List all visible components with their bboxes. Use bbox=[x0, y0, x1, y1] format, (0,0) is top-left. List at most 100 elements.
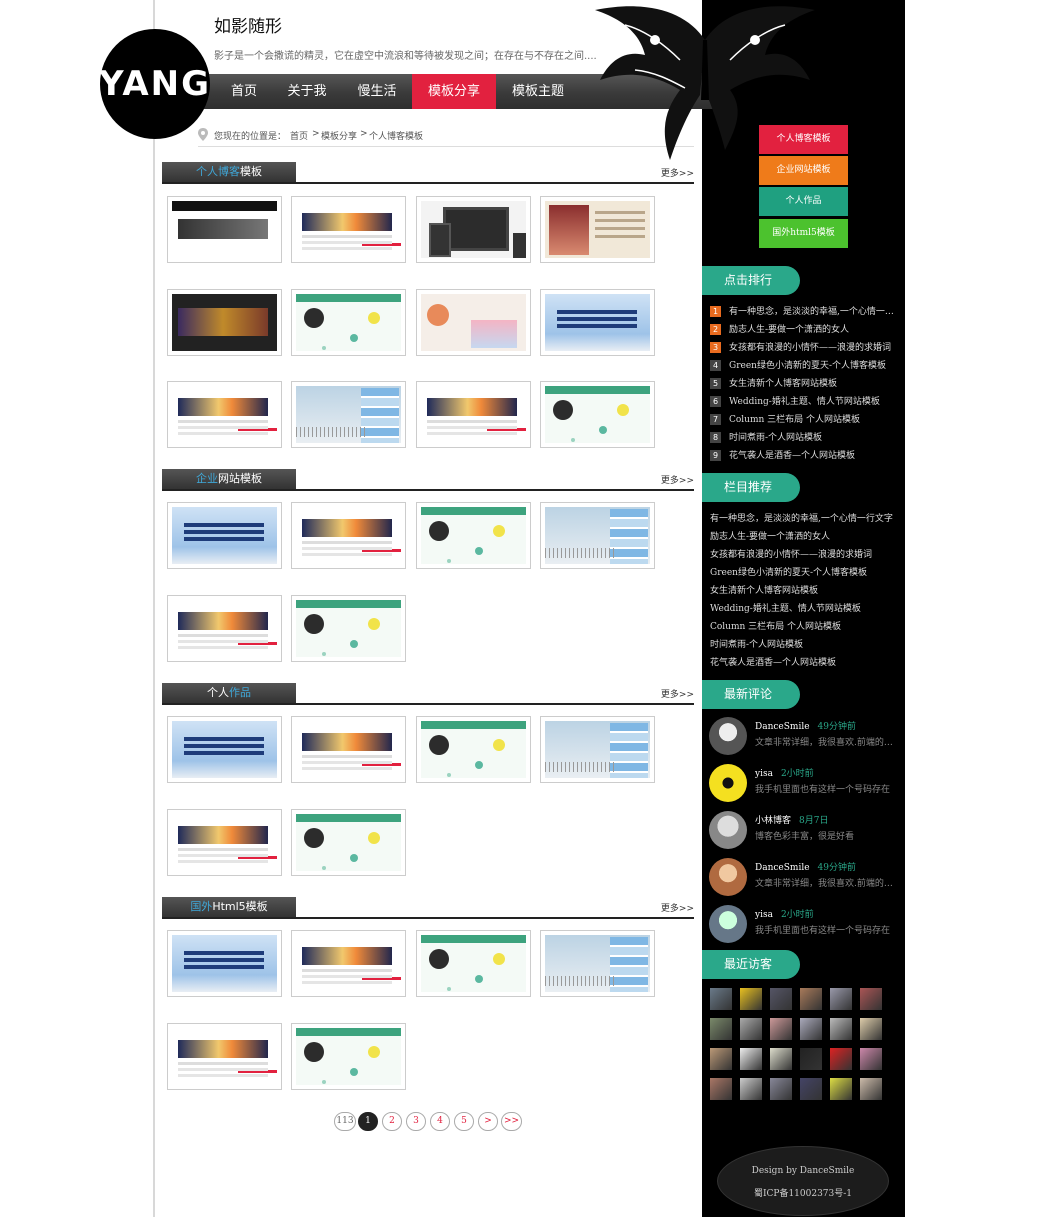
template-thumbnail[interactable] bbox=[167, 289, 282, 356]
template-thumbnail[interactable] bbox=[291, 716, 406, 783]
pagination-page[interactable]: 2 bbox=[382, 1112, 402, 1131]
site-logo[interactable]: YANG bbox=[99, 29, 210, 139]
template-thumbnail[interactable] bbox=[416, 196, 531, 263]
visitor-avatar[interactable] bbox=[860, 1078, 882, 1100]
avatar[interactable] bbox=[709, 717, 747, 755]
visitor-avatar[interactable] bbox=[770, 1018, 792, 1040]
more-link[interactable]: 更多>> bbox=[661, 687, 694, 700]
visitor-avatar[interactable] bbox=[740, 988, 762, 1010]
avatar[interactable] bbox=[709, 905, 747, 943]
recommend-item[interactable]: Column 三栏布局 个人网站模板 bbox=[710, 620, 900, 634]
template-thumbnail[interactable] bbox=[416, 381, 531, 448]
visitor-avatar[interactable] bbox=[710, 1018, 732, 1040]
more-link[interactable]: 更多>> bbox=[661, 901, 694, 914]
comment-item[interactable]: 小林博客 8月7日 博客色彩丰富，很是好看 bbox=[709, 811, 899, 851]
template-thumbnail[interactable] bbox=[416, 930, 531, 997]
template-thumbnail[interactable] bbox=[167, 196, 282, 263]
recommend-item[interactable]: Green绿色小清新的夏天-个人博客模板 bbox=[710, 566, 900, 580]
template-thumbnail[interactable] bbox=[291, 1023, 406, 1090]
comment-item[interactable]: yisa 2小时前 我手机里面也有这样一个号码存在 bbox=[709, 764, 899, 804]
visitor-avatar[interactable] bbox=[800, 988, 822, 1010]
comment-author[interactable]: 小林博客 bbox=[755, 816, 791, 826]
breadcrumb-template-share[interactable]: 模板分享 bbox=[321, 129, 357, 142]
category-html5[interactable]: 国外html5模板 bbox=[759, 219, 848, 248]
template-thumbnail[interactable] bbox=[167, 1023, 282, 1090]
visitor-avatar[interactable] bbox=[860, 988, 882, 1010]
ranking-item[interactable]: 4 Green绿色小清新的夏天-个人博客模板 bbox=[710, 359, 898, 373]
visitor-avatar[interactable] bbox=[830, 988, 852, 1010]
comment-text[interactable]: 我手机里面也有这样一个号码存在 bbox=[755, 782, 895, 795]
comment-text[interactable]: 博客色彩丰富，很是好看 bbox=[755, 829, 895, 842]
template-thumbnail[interactable] bbox=[416, 289, 531, 356]
visitor-avatar[interactable] bbox=[830, 1018, 852, 1040]
visitor-avatar[interactable] bbox=[860, 1048, 882, 1070]
template-thumbnail[interactable] bbox=[167, 716, 282, 783]
recommend-item[interactable]: 有一种思念，是淡淡的幸福,一个心情一行文字 bbox=[710, 512, 900, 526]
ranking-item[interactable]: 7 Column 三栏布局 个人网站模板 bbox=[710, 413, 898, 427]
template-thumbnail[interactable] bbox=[167, 502, 282, 569]
template-thumbnail[interactable] bbox=[167, 930, 282, 997]
pagination-page[interactable]: 4 bbox=[430, 1112, 450, 1131]
avatar[interactable] bbox=[709, 811, 747, 849]
recommend-item[interactable]: 女孩都有浪漫的小情怀——浪漫的求婚词 bbox=[710, 548, 900, 562]
visitor-avatar[interactable] bbox=[710, 1078, 732, 1100]
nav-item-template-share[interactable]: 模板分享 bbox=[412, 74, 496, 109]
template-thumbnail[interactable] bbox=[291, 930, 406, 997]
template-thumbnail[interactable] bbox=[540, 716, 655, 783]
template-thumbnail[interactable] bbox=[540, 502, 655, 569]
recommend-item[interactable]: 女生清新个人博客网站模板 bbox=[710, 584, 900, 598]
ranking-item[interactable]: 3 女孩都有浪漫的小情怀——浪漫的求婚词 bbox=[710, 341, 898, 355]
ranking-item[interactable]: 1 有一种思念，是淡淡的幸福,一个心情一行文字 bbox=[710, 305, 898, 319]
template-thumbnail[interactable] bbox=[167, 381, 282, 448]
more-link[interactable]: 更多>> bbox=[661, 166, 694, 179]
ranking-item[interactable]: 6 Wedding-婚礼主题、情人节网站模板 bbox=[710, 395, 898, 409]
template-thumbnail[interactable] bbox=[291, 196, 406, 263]
visitor-avatar[interactable] bbox=[740, 1078, 762, 1100]
template-thumbnail[interactable] bbox=[540, 930, 655, 997]
visitor-avatar[interactable] bbox=[800, 1048, 822, 1070]
recommend-item[interactable]: 励志人生-要做一个潇洒的女人 bbox=[710, 530, 900, 544]
nav-item-template-theme[interactable]: 模板主题 bbox=[496, 74, 580, 109]
more-link[interactable]: 更多>> bbox=[661, 473, 694, 486]
recommend-item[interactable]: Wedding-婚礼主题、情人节网站模板 bbox=[710, 602, 900, 616]
comment-author[interactable]: yisa bbox=[755, 910, 773, 920]
comment-item[interactable]: DanceSmile 49分钟前文章非常详细，我很喜欢.前端的工作其实... bbox=[709, 717, 899, 757]
visitor-avatar[interactable] bbox=[830, 1078, 852, 1100]
visitor-avatar[interactable] bbox=[800, 1018, 822, 1040]
template-thumbnail[interactable] bbox=[416, 716, 531, 783]
ranking-item[interactable]: 8 时间煮雨-个人网站模板 bbox=[710, 431, 898, 445]
breadcrumb-current[interactable]: 个人博客模板 bbox=[369, 129, 423, 142]
category-personal-works[interactable]: 个人作品 bbox=[759, 187, 848, 216]
nav-item-about[interactable]: 关于我 bbox=[274, 74, 340, 109]
avatar[interactable] bbox=[709, 858, 747, 896]
visitor-avatar[interactable] bbox=[770, 1048, 792, 1070]
template-thumbnail[interactable] bbox=[416, 502, 531, 569]
ranking-item[interactable]: 5 女生清新个人博客网站模板 bbox=[710, 377, 898, 391]
visitor-avatar[interactable] bbox=[740, 1018, 762, 1040]
comment-author[interactable]: yisa bbox=[755, 769, 773, 779]
visitor-avatar[interactable] bbox=[710, 988, 732, 1010]
recommend-item[interactable]: 花气袭人是酒香—个人网站模板 bbox=[710, 656, 900, 670]
template-thumbnail[interactable] bbox=[540, 289, 655, 356]
comment-text[interactable]: 我手机里面也有这样一个号码存在 bbox=[755, 923, 895, 936]
template-thumbnail[interactable] bbox=[291, 502, 406, 569]
ranking-item[interactable]: 2 励志人生-要做一个潇洒的女人 bbox=[710, 323, 898, 337]
nav-item-home[interactable]: 首页 bbox=[214, 74, 274, 109]
template-thumbnail[interactable] bbox=[291, 381, 406, 448]
visitor-avatar[interactable] bbox=[800, 1078, 822, 1100]
comment-item[interactable]: DanceSmile 49分钟前文章非常详细，我很喜欢.前端的工作其实... bbox=[709, 858, 899, 898]
visitor-avatar[interactable] bbox=[710, 1048, 732, 1070]
pagination-page[interactable]: 3 bbox=[406, 1112, 426, 1131]
template-thumbnail[interactable] bbox=[540, 196, 655, 263]
comment-text[interactable]: 文章非常详细，我很喜欢.前端的工作其实... bbox=[755, 876, 895, 889]
nav-item-slow-life[interactable]: 慢生活 bbox=[342, 74, 412, 109]
comment-item[interactable]: yisa 2小时前 我手机里面也有这样一个号码存在 bbox=[709, 905, 899, 945]
breadcrumb-home[interactable]: 首页 bbox=[290, 129, 308, 142]
recommend-item[interactable]: 时间煮雨-个人网站模板 bbox=[710, 638, 900, 652]
visitor-avatar[interactable] bbox=[740, 1048, 762, 1070]
visitor-avatar[interactable] bbox=[770, 988, 792, 1010]
template-thumbnail[interactable] bbox=[540, 381, 655, 448]
visitor-avatar[interactable] bbox=[860, 1018, 882, 1040]
comment-author[interactable]: DanceSmile bbox=[755, 863, 810, 873]
pagination-last[interactable]: >> bbox=[501, 1112, 522, 1131]
